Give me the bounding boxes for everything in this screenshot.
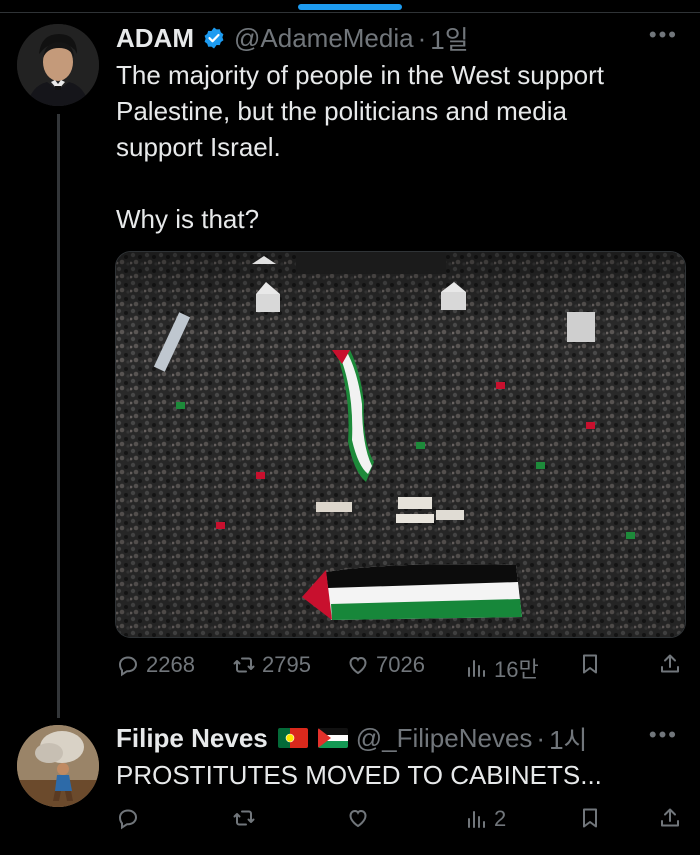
- retweet-button[interactable]: 2795: [232, 652, 311, 678]
- avatar-image: [17, 725, 99, 807]
- tweet-header: ADAM @AdameMedia · 1일: [116, 20, 469, 56]
- share-icon: [661, 654, 679, 673]
- more-icon[interactable]: •••: [649, 722, 678, 748]
- views-button[interactable]: 16만: [464, 652, 539, 684]
- tweet-text: The majority of people in the West suppo…: [116, 60, 604, 234]
- more-icon[interactable]: •••: [649, 22, 678, 48]
- timestamp[interactable]: 1시: [549, 720, 587, 757]
- verified-icon: [204, 27, 224, 49]
- avatar[interactable]: [17, 725, 99, 807]
- bookmark-button[interactable]: [578, 806, 602, 830]
- reply-button[interactable]: 2268: [116, 652, 195, 678]
- like-button[interactable]: [346, 806, 370, 830]
- reply-count: 2268: [146, 652, 195, 677]
- avatar[interactable]: [17, 24, 99, 106]
- display-name[interactable]: Filipe Neves: [116, 723, 268, 754]
- reply-header: Filipe Neves @_FilipeNeves · 1시: [116, 720, 587, 756]
- views-icon: [468, 660, 485, 677]
- like-icon: [349, 809, 367, 828]
- tweet-actions: 2268 2795 7026 16만: [116, 652, 682, 688]
- retweet-icon: [233, 657, 255, 673]
- avatar-image: [17, 24, 99, 106]
- thread-line: [57, 114, 60, 718]
- crowd-photo: [116, 252, 685, 637]
- share-button[interactable]: [658, 652, 682, 676]
- reply-button[interactable]: [116, 806, 140, 830]
- like-button[interactable]: 7026: [346, 652, 425, 678]
- handle[interactable]: @AdameMedia: [234, 23, 414, 54]
- share-button[interactable]: [658, 806, 682, 830]
- handle[interactable]: @_FilipeNeves: [356, 723, 533, 754]
- bookmark-icon: [583, 808, 597, 828]
- views-icon: [468, 811, 485, 828]
- retweet-button[interactable]: [232, 806, 256, 830]
- views-count: 16만: [494, 657, 539, 682]
- like-count: 7026: [376, 652, 425, 677]
- bookmark-button[interactable]: [578, 652, 602, 676]
- like-icon: [349, 656, 367, 675]
- tweet-image[interactable]: [115, 251, 686, 638]
- separator: ·: [417, 22, 427, 53]
- separator: ·: [536, 722, 546, 753]
- retweet-icon: [233, 810, 255, 826]
- reply-text: PROSTITUTES MOVED TO CABINETS...: [116, 760, 602, 790]
- retweet-count: 2795: [262, 652, 311, 677]
- share-icon: [661, 808, 679, 827]
- portugal-flag-icon: [277, 728, 308, 748]
- display-name[interactable]: ADAM: [116, 23, 194, 54]
- views-button[interactable]: 2: [464, 806, 506, 832]
- divider: [0, 12, 700, 13]
- views-count: 2: [494, 806, 507, 831]
- reply-actions: 2: [116, 806, 682, 842]
- palestine-flag-icon: [317, 728, 348, 748]
- bookmark-icon: [583, 654, 597, 674]
- reply-icon: [118, 656, 138, 677]
- scroll-indicator: [298, 4, 402, 10]
- reply-icon: [118, 809, 138, 830]
- timestamp[interactable]: 1일: [430, 20, 468, 57]
